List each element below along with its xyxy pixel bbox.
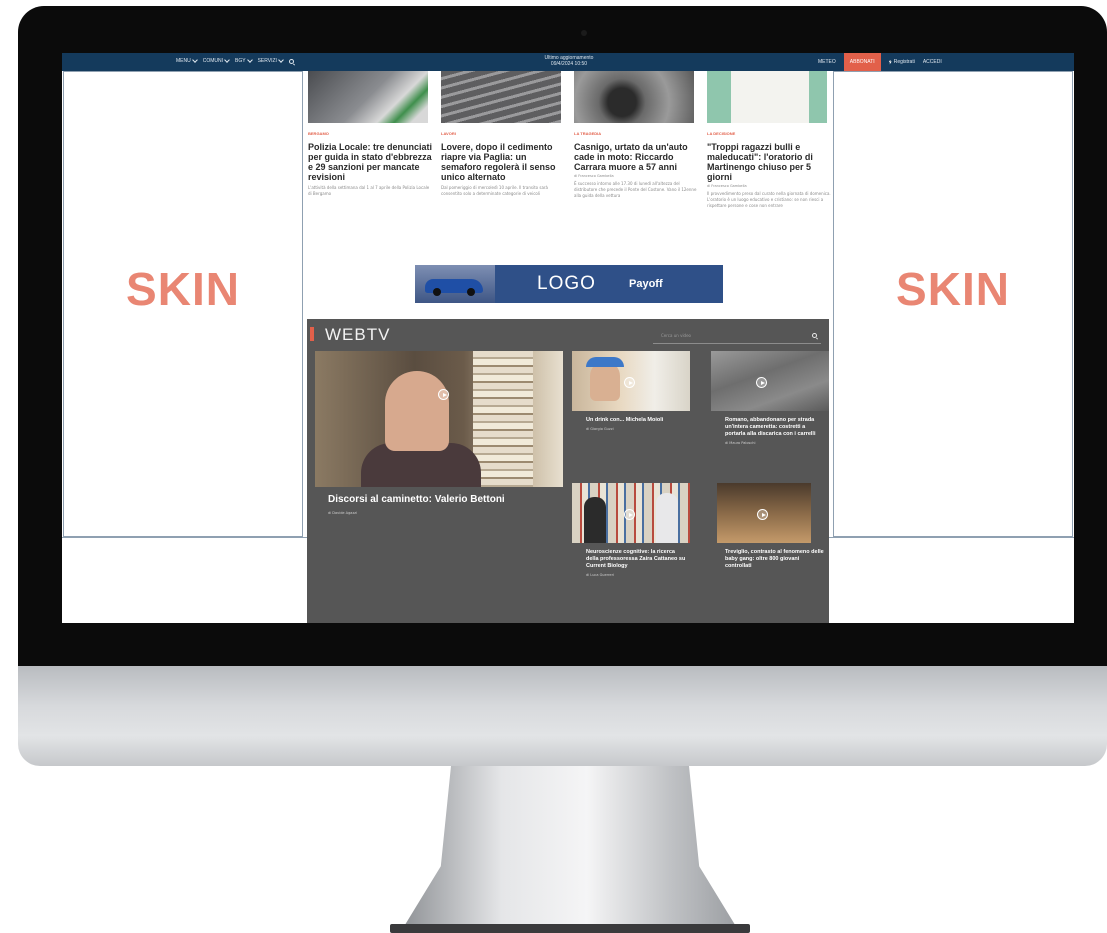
video-thumbnail[interactable] [572, 351, 690, 411]
nav-label: SERVIZI [257, 58, 277, 64]
main-video-byline: di Davide Agazzi [328, 511, 358, 515]
skin-ad-right[interactable]: SKIN [833, 71, 1073, 537]
nav-actions: METEO ABBONATI Registrati ACCEDI [818, 53, 942, 71]
article-card[interactable]: BERGAMO Polizia Locale: tre denunciati p… [308, 71, 433, 197]
last-update: Ultimo aggiornamento 09/4/2024 10:50 [534, 55, 604, 67]
article-summary: È successo intorno alle 17.30 di lunedì … [574, 181, 697, 198]
nav-item-servizi[interactable]: SERVIZI [257, 57, 284, 64]
video-search-input[interactable]: Cerca un video [661, 333, 691, 338]
video-title[interactable]: Neuroscienze cognitive: la ricerca della… [572, 549, 692, 570]
person-image [385, 371, 449, 451]
article-summary: Il provvedimento preso dal curato nella … [707, 191, 831, 208]
video-thumbnail[interactable] [711, 351, 829, 411]
monitor-stand-base [390, 924, 750, 933]
article-kicker: LAVORI [441, 131, 456, 136]
article-card[interactable]: LAVORI Lovere, dopo il cedimento riapre … [441, 71, 566, 197]
article-image[interactable] [574, 71, 694, 123]
nav-item-bgy[interactable]: BGY [235, 57, 253, 64]
video-byline: di Giorgio Guzzi [586, 427, 614, 431]
article-headline[interactable]: Polizia Locale: tre denunciati per guida… [308, 142, 433, 182]
video-title[interactable]: Un drink con... Michela Moioli [572, 417, 692, 424]
accedi-link[interactable]: ACCEDI [923, 59, 942, 65]
monitor-stand [400, 766, 740, 933]
webtv-section: WEBTV Cerca un video Discorsi al caminet… [307, 319, 829, 623]
skin-label: SKIN [126, 263, 240, 315]
article-card[interactable]: LA TRAGEDIA Casnigo, urtato da un'auto c… [574, 71, 699, 199]
meteo-link[interactable]: METEO [818, 59, 836, 65]
main-video-thumbnail[interactable] [315, 351, 563, 487]
browser-screen: MENU COMUNI BGY SERVIZI Ultimo aggiornam… [62, 53, 1074, 623]
video-title[interactable]: Treviglio, contrasto al fenomeno delle b… [711, 549, 831, 570]
article-kicker: LA TRAGEDIA [574, 131, 602, 136]
video-search[interactable]: Cerca un video [653, 329, 821, 344]
video-card[interactable]: Romano, abbandonano per strada un'intera… [711, 351, 831, 445]
video-title[interactable]: Romano, abbandonano per strada un'intera… [711, 417, 831, 438]
car-icon [425, 279, 483, 296]
registrati-link[interactable]: Registrati [894, 59, 915, 65]
video-thumbnail[interactable] [717, 483, 811, 543]
person-image [584, 497, 606, 543]
play-icon[interactable] [438, 389, 449, 400]
article-card[interactable]: LA DECISIONE "Troppi ragazzi bulli e mal… [707, 71, 832, 209]
article-byline: di Francesco Gambella [707, 184, 747, 188]
article-summary: Dal pomeriggio di mercoledì 10 aprile. I… [441, 185, 548, 196]
monitor-chin [18, 666, 1107, 766]
nav-item-comuni[interactable]: COMUNI [202, 57, 230, 64]
play-icon[interactable] [756, 377, 767, 388]
camera-icon [581, 30, 587, 36]
banner-payoff: Payoff [629, 278, 663, 290]
person-image [590, 361, 620, 401]
article-summary: L'attività della settimana dal 1 al 7 ap… [308, 185, 430, 196]
video-thumbnail[interactable] [572, 483, 690, 543]
skin-ad-left[interactable]: SKIN [63, 71, 303, 537]
play-icon[interactable] [757, 509, 768, 520]
nav-label: MENU [176, 58, 191, 64]
car-image [415, 265, 495, 303]
search-icon[interactable] [288, 58, 294, 64]
banner-logo: LOGO [537, 273, 596, 294]
person-image [656, 493, 678, 543]
nav-item-menu[interactable]: MENU [176, 57, 198, 64]
nav-label: COMUNI [202, 58, 224, 64]
skin-label: SKIN [896, 263, 1010, 315]
article-kicker: LA DECISIONE [707, 131, 736, 136]
ad-banner[interactable]: LOGO Payoff [415, 265, 723, 303]
video-card[interactable]: Treviglio, contrasto al fenomeno delle b… [711, 483, 831, 573]
video-card[interactable]: Neuroscienze cognitive: la ricerca della… [572, 483, 692, 577]
abbonati-button[interactable]: ABBONATI [843, 53, 881, 71]
article-headline[interactable]: "Troppi ragazzi bulli e maleducati": l'o… [707, 142, 832, 182]
chevron-down-icon [278, 57, 284, 63]
article-image[interactable] [707, 71, 827, 123]
chevron-down-icon [191, 57, 198, 63]
chevron-down-icon [246, 57, 253, 63]
article-headline[interactable]: Casnigo, urtato da un'auto cade in moto:… [574, 142, 699, 172]
section-accent [310, 327, 314, 341]
nav-label: BGY [235, 58, 246, 64]
video-card[interactable]: Un drink con... Michela Moioli di Giorgi… [572, 351, 692, 431]
main-video-title[interactable]: Discorsi al caminetto: Valerio Bettoni [328, 494, 505, 505]
article-byline: di Francesco Gambella [574, 174, 614, 178]
nav-menu: MENU COMUNI BGY SERVIZI [176, 57, 294, 64]
webtv-title: WEBTV [325, 325, 391, 344]
video-byline: di Mauro Paloschi [725, 441, 756, 445]
last-update-time: 09/4/2024 10:50 [550, 61, 588, 67]
search-icon[interactable] [812, 333, 817, 338]
play-icon[interactable] [624, 377, 635, 388]
article-kicker: BERGAMO [308, 131, 329, 136]
bolt-icon [888, 59, 892, 65]
article-image[interactable] [441, 71, 561, 123]
cap-image [586, 357, 624, 367]
video-byline: di Luca Guerreri [586, 573, 614, 577]
article-image[interactable] [308, 71, 428, 123]
bookshelf-image [473, 351, 533, 487]
play-icon[interactable] [624, 509, 635, 520]
chevron-down-icon [224, 57, 230, 63]
article-headline[interactable]: Lovere, dopo il cedimento riapre via Pag… [441, 142, 566, 182]
top-navigation: MENU COMUNI BGY SERVIZI Ultimo aggiornam… [62, 53, 1074, 71]
